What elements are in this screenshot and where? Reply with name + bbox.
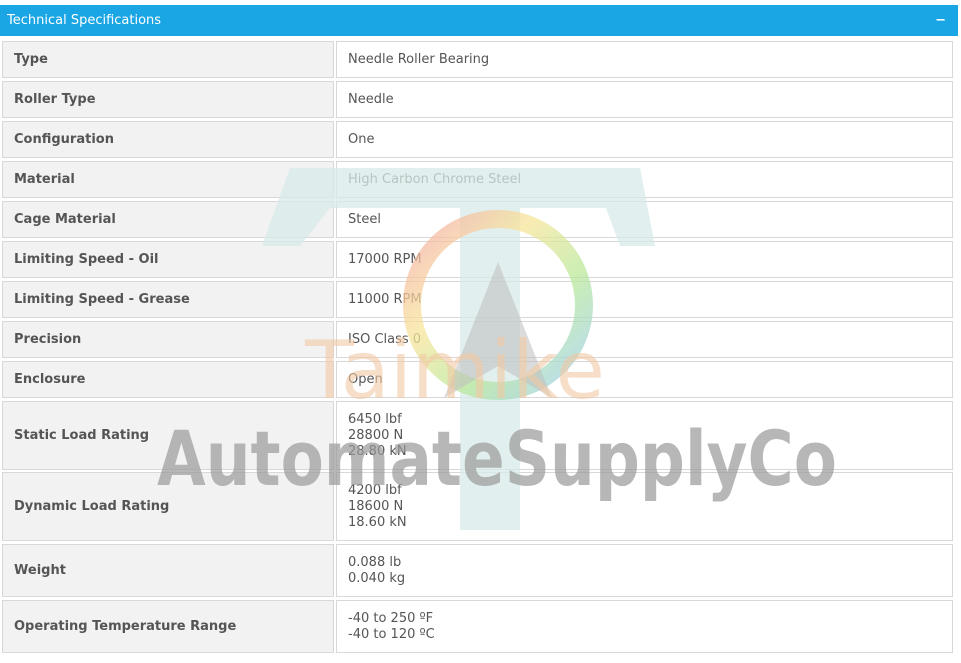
technical-specifications-panel: Technical Specifications − [0, 5, 958, 36]
spec-value: 17000 RPM [336, 241, 953, 278]
spec-value: Open [336, 361, 953, 398]
spec-value-line: 17000 RPM [348, 251, 422, 267]
spec-row: Dynamic Load Rating 4200 lbf 18600 N 18.60 … [2, 472, 953, 541]
spec-label: Precision [2, 321, 334, 358]
spec-value: 11000 RPM [336, 281, 953, 318]
panel-title: Technical Specifications [7, 13, 162, 28]
spec-value-line: ISO Class 0 [348, 331, 422, 347]
spec-label: Limiting Speed - Grease [2, 281, 334, 318]
spec-row: Enclosure Open [2, 361, 953, 398]
spec-value: 6450 lbf 28800 N 28.80 kN [336, 401, 953, 470]
spec-label: Enclosure [2, 361, 334, 398]
spec-value: High Carbon Chrome Steel [336, 161, 953, 198]
spec-label: Static Load Rating [2, 401, 334, 470]
spec-value: ISO Class 0 [336, 321, 953, 358]
collapse-icon[interactable]: − [935, 14, 946, 27]
spec-row: Roller Type Needle [2, 81, 953, 118]
spec-value-line: Open [348, 371, 383, 387]
spec-value-line: 0.040 kg [348, 570, 406, 586]
spec-row: Configuration One [2, 121, 953, 158]
spec-value-line: -40 to 120 ºC [348, 626, 435, 642]
spec-value-line: 28.80 kN [348, 443, 407, 459]
spec-value: -40 to 250 ºF -40 to 120 ºC [336, 600, 953, 653]
spec-value-line: Steel [348, 211, 381, 227]
spec-value: Needle [336, 81, 953, 118]
spec-value-line: 11000 RPM [348, 291, 422, 307]
spec-label: Roller Type [2, 81, 334, 118]
spec-value-line: 18600 N [348, 498, 404, 514]
spec-label: Weight [2, 544, 334, 597]
spec-row: Static Load Rating 6450 lbf 28800 N 28.80 k… [2, 401, 953, 470]
spec-value-line: 18.60 kN [348, 514, 407, 530]
spec-value: Steel [336, 201, 953, 238]
spec-row: Type Needle Roller Bearing [2, 41, 953, 78]
spec-row: Precision ISO Class 0 [2, 321, 953, 358]
spec-value-line: 28800 N [348, 427, 404, 443]
spec-value: 4200 lbf 18600 N 18.60 kN [336, 472, 953, 541]
spec-row: Cage Material Steel [2, 201, 953, 238]
spec-value-line: Needle Roller Bearing [348, 51, 490, 67]
spec-value-line: One [348, 131, 375, 147]
spec-row: Operating Temperature Range -40 to 250 ºF… [2, 600, 953, 653]
spec-label: Dynamic Load Rating [2, 472, 334, 541]
spec-row: Limiting Speed - Grease 11000 RPM [2, 281, 953, 318]
spec-value-line: -40 to 250 ºF [348, 610, 434, 626]
spec-row: Limiting Speed - Oil 17000 RPM [2, 241, 953, 278]
spec-value-line: 0.088 lb [348, 554, 402, 570]
spec-label: Configuration [2, 121, 334, 158]
spec-value-line: 6450 lbf [348, 411, 402, 427]
spec-row: Weight 0.088 lb 0.040 kg [2, 544, 953, 597]
spec-value-line: 4200 lbf [348, 482, 402, 498]
spec-label: Cage Material [2, 201, 334, 238]
spec-value-line: Needle [348, 91, 394, 107]
spec-value-line: High Carbon Chrome Steel [348, 171, 522, 187]
spec-row: Material High Carbon Chrome Steel [2, 161, 953, 198]
spec-label: Type [2, 41, 334, 78]
spec-label: Material [2, 161, 334, 198]
panel-header[interactable]: Technical Specifications − [0, 5, 958, 36]
spec-label: Operating Temperature Range [2, 600, 334, 653]
spec-value: One [336, 121, 953, 158]
spec-value: 0.088 lb 0.040 kg [336, 544, 953, 597]
spec-label: Limiting Speed - Oil [2, 241, 334, 278]
spec-value: Needle Roller Bearing [336, 41, 953, 78]
